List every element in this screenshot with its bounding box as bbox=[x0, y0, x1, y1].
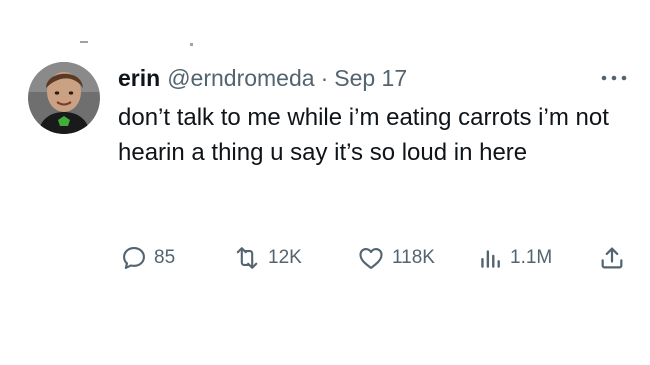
display-name[interactable]: erin bbox=[118, 62, 160, 94]
views-icon bbox=[481, 250, 500, 268]
repost-count: 12K bbox=[268, 247, 302, 268]
share-icon bbox=[601, 247, 623, 269]
reply-icon bbox=[123, 247, 145, 269]
more-horizontal-icon bbox=[601, 75, 627, 81]
previous-tweet-edge bbox=[0, 34, 650, 54]
tweet-content: erin @erndromeda · Sep 17 don’t talk to … bbox=[118, 62, 634, 170]
tweet-header: erin @erndromeda · Sep 17 bbox=[118, 62, 634, 94]
tweet-actions: 85 12K 118K 1.1M bbox=[120, 240, 632, 276]
view-count: 1.1M bbox=[510, 247, 553, 268]
like-count: 118K bbox=[392, 247, 435, 268]
repost-button[interactable]: 12K bbox=[232, 240, 302, 276]
avatar[interactable] bbox=[28, 62, 100, 134]
reply-count: 85 bbox=[154, 247, 176, 268]
like-button[interactable]: 118K bbox=[356, 240, 435, 276]
tweet-text: don’t talk to me while i’m eating carrot… bbox=[118, 104, 609, 166]
heart-icon bbox=[359, 247, 383, 269]
share-button[interactable] bbox=[598, 240, 626, 276]
tweet-date[interactable]: Sep 17 bbox=[334, 62, 407, 94]
user-handle[interactable]: @erndromeda bbox=[167, 62, 314, 94]
repost-icon bbox=[236, 247, 258, 269]
reply-button[interactable]: 85 bbox=[120, 240, 175, 276]
separator-dot: · bbox=[320, 65, 329, 91]
more-options-button[interactable] bbox=[598, 66, 630, 90]
views-button[interactable]: 1.1M bbox=[478, 240, 552, 276]
